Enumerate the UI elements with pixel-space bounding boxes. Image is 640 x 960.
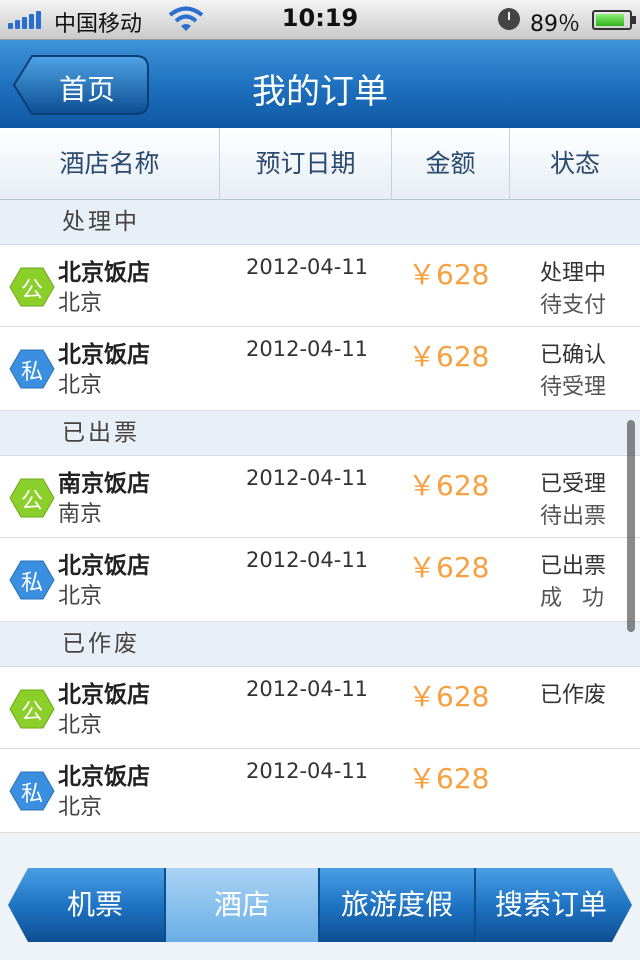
badge-label: 公 <box>20 278 43 303</box>
tab-hotels[interactable]: 酒店 <box>166 868 318 942</box>
private-badge-icon: 私 <box>9 771 55 811</box>
public-badge-icon: 公 <box>9 267 55 307</box>
hotel-city: 北京 <box>58 373 103 398</box>
booking-date: 2012-04-11 <box>246 255 369 279</box>
section-header-ticketed: 已出票 <box>0 411 640 456</box>
order-substatus: 待受理 <box>540 375 607 400</box>
booking-date: 2012-04-11 <box>246 759 369 783</box>
public-badge-icon: 公 <box>9 689 55 729</box>
column-hotel-name[interactable]: 酒店名称 <box>0 128 220 200</box>
hotel-name: 北京饭店 <box>58 342 150 368</box>
hotel-name: 北京饭店 <box>58 764 150 790</box>
order-list: 处理中 公 北京饭店 北京 2012-04-11 ￥628 处理中 待支付 私 … <box>0 200 640 833</box>
private-badge-icon: 私 <box>9 560 55 600</box>
column-amount[interactable]: 金额 <box>392 128 510 200</box>
status-bar: 中国移动 10:19 89％ <box>0 0 640 40</box>
order-substatus: 待支付 <box>540 293 607 318</box>
hotel-city: 北京 <box>58 795 103 820</box>
order-row[interactable]: 公 南京饭店 南京 2012-04-11 ￥628 已受理 待出票 <box>0 456 640 538</box>
navigation-bar: 首页 我的订单 <box>0 40 640 128</box>
order-substatus: 成功 <box>540 586 625 611</box>
section-header-processing: 处理中 <box>0 200 640 245</box>
order-price: ￥628 <box>408 762 490 795</box>
order-status: 已作废 <box>540 683 607 708</box>
hotel-city: 北京 <box>58 584 103 609</box>
order-status: 已确认 <box>540 343 607 368</box>
order-status: 已出票 <box>540 554 607 579</box>
hotel-city: 南京 <box>58 502 103 527</box>
hotel-name: 北京饭店 <box>58 682 150 708</box>
hotel-name: 北京饭店 <box>58 260 150 286</box>
badge-label: 公 <box>20 489 43 514</box>
column-booking-date[interactable]: 预订日期 <box>220 128 392 200</box>
order-price: ￥628 <box>408 469 490 502</box>
badge-label: 私 <box>20 782 43 807</box>
order-row[interactable]: 公 北京饭店 北京 2012-04-11 ￥628 已作废 <box>0 667 640 749</box>
private-badge-icon: 私 <box>9 349 55 389</box>
booking-date: 2012-04-11 <box>246 466 369 490</box>
section-header-voided: 已作废 <box>0 622 640 667</box>
column-status[interactable]: 状态 <box>510 128 640 200</box>
tab-flights[interactable]: 机票 <box>26 868 164 942</box>
order-status: 已受理 <box>540 472 607 497</box>
battery-percentage: 89％ <box>530 12 580 37</box>
order-row[interactable]: 私 北京饭店 北京 2012-04-11 ￥628 已确认 待受理 <box>0 327 640 411</box>
column-header: 酒店名称 预订日期 金额 状态 <box>0 128 640 200</box>
public-badge-icon: 公 <box>9 478 55 518</box>
badge-label: 私 <box>20 360 43 385</box>
badge-label: 私 <box>20 571 43 596</box>
hotel-city: 北京 <box>58 291 103 316</box>
page-title: 我的订单 <box>252 72 388 112</box>
badge-label: 公 <box>20 700 43 725</box>
order-row[interactable]: 公 北京饭店 北京 2012-04-11 ￥628 处理中 待支付 <box>0 245 640 327</box>
booking-date: 2012-04-11 <box>246 548 369 572</box>
order-price: ￥628 <box>408 340 490 373</box>
hotel-name: 北京饭店 <box>58 553 150 579</box>
scroll-indicator[interactable] <box>627 420 635 632</box>
order-price: ￥628 <box>408 258 490 291</box>
bottom-tab-bar: 机票 酒店 旅游度假 搜索订单 <box>8 868 632 942</box>
hotel-name: 南京饭店 <box>58 471 150 497</box>
tab-search-orders[interactable]: 搜索订单 <box>476 868 626 942</box>
tab-travel-vacation[interactable]: 旅游度假 <box>320 868 474 942</box>
alarm-clock-icon <box>498 8 520 30</box>
order-status: 处理中 <box>540 261 607 286</box>
battery-icon <box>592 10 636 30</box>
booking-date: 2012-04-11 <box>246 677 369 701</box>
booking-date: 2012-04-11 <box>246 337 369 361</box>
hotel-city: 北京 <box>58 713 103 738</box>
order-price: ￥628 <box>408 680 490 713</box>
order-price: ￥628 <box>408 551 490 584</box>
order-row[interactable]: 私 北京饭店 北京 2012-04-11 ￥628 <box>0 749 640 833</box>
order-substatus: 待出票 <box>540 504 607 529</box>
order-row[interactable]: 私 北京饭店 北京 2012-04-11 ￥628 已出票 成功 <box>0 538 640 622</box>
